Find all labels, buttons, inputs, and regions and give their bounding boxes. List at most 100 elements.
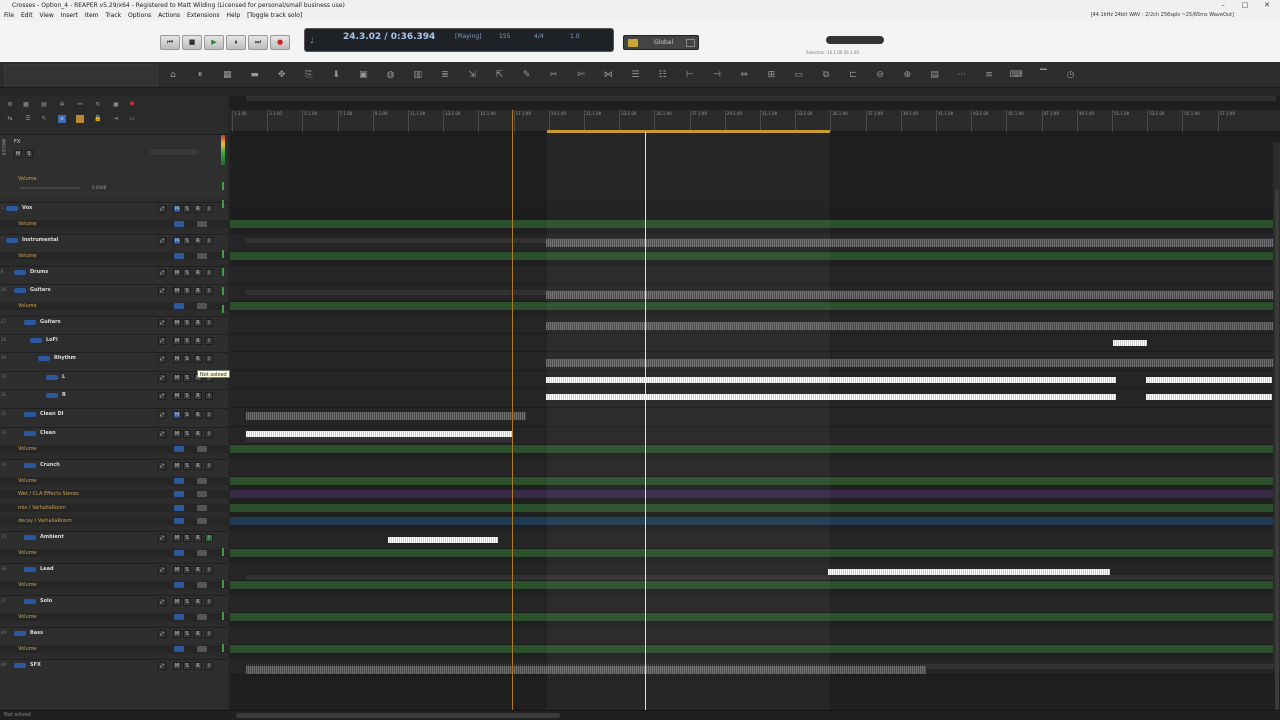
metronome-small-icon[interactable]: ♩ — [310, 36, 314, 45]
record-arm-button[interactable]: R — [194, 287, 202, 295]
envelope-hide-button[interactable] — [197, 478, 207, 484]
skip-end-button[interactable]: ⏭ — [248, 35, 268, 50]
lock-toggle-icon[interactable]: 🔒 — [94, 115, 102, 123]
track-row[interactable]: 32 Clean DI ⤢ M S R I — [0, 408, 228, 427]
folder-icon[interactable] — [6, 238, 18, 243]
track-name[interactable]: Clean DI — [40, 411, 63, 417]
grid-icon[interactable]: ▦ — [22, 101, 30, 109]
solo-button[interactable]: S — [183, 374, 191, 382]
lines2-icon[interactable]: ☷ — [652, 66, 674, 84]
record-button[interactable]: ● — [270, 35, 290, 50]
globe-icon[interactable]: ◍ — [380, 66, 402, 84]
mixer-icon[interactable]: ≡ — [978, 66, 1000, 84]
top-scroll-track[interactable] — [246, 96, 1276, 101]
audio-item-waveform[interactable] — [388, 537, 498, 543]
folder-icon[interactable] — [14, 631, 26, 636]
solo-button[interactable]: S — [183, 269, 191, 277]
loop-icon[interactable]: ↻ — [94, 101, 102, 109]
skip-start-button[interactable]: ⏮ — [160, 35, 180, 50]
envelope-arm-button[interactable] — [174, 582, 184, 588]
track-row[interactable]: 8 Drums ⤢ M S R I — [0, 266, 228, 284]
track-name[interactable]: Lead — [40, 566, 54, 572]
envelope-row[interactable]: Volume — [0, 445, 228, 453]
folder-icon[interactable]: ▬ — [244, 66, 266, 84]
snap-icon[interactable]: ⋮ — [76, 115, 84, 123]
envelope-button[interactable]: ⤢ — [158, 462, 166, 470]
time-display[interactable]: ♩ 24.3.02 / 0:36.394 [Playing] 155 4/4 1… — [304, 28, 614, 52]
folder-icon[interactable] — [46, 375, 58, 380]
input-monitor-button[interactable]: I — [205, 319, 213, 327]
piano-icon[interactable]: ▥ — [407, 66, 429, 84]
mute-button[interactable]: M — [173, 566, 181, 574]
input-monitor-button[interactable]: I — [205, 430, 213, 438]
master-solo-button[interactable]: S — [25, 150, 33, 158]
folder-icon[interactable] — [14, 663, 26, 668]
track-row[interactable]: 33 Clean ⤢ M S R I — [0, 427, 228, 445]
envelope-hide-button[interactable] — [197, 614, 207, 620]
track-row[interactable]: 36 Lead ⤢ M S R I — [0, 563, 228, 581]
input-monitor-button[interactable]: I — [205, 269, 213, 277]
solo-button[interactable]: S — [183, 566, 191, 574]
solo-button[interactable]: S — [183, 355, 191, 363]
stop-button[interactable]: ■ — [182, 35, 202, 50]
track-row[interactable]: 26 Guitars ⤢ M S R I — [0, 284, 228, 302]
envelope-arm-button[interactable] — [174, 518, 184, 524]
menu-file[interactable]: File — [4, 11, 14, 21]
solo-button[interactable]: S — [183, 237, 191, 245]
envelope-button[interactable]: ⤢ — [158, 430, 166, 438]
timeline-ruler[interactable]: 1.1.00 3.1.00 5.1.00 7.1.00 9.1.00 11.1.00 13.… — [230, 110, 1280, 132]
marker-icon[interactable]: ⊏ — [842, 66, 864, 84]
record-arm-button[interactable]: R — [194, 598, 202, 606]
envelope-button[interactable]: ⤢ — [158, 566, 166, 574]
envelope-button[interactable]: ⤢ — [158, 319, 166, 327]
ripple2-icon[interactable]: ⇱ — [488, 66, 510, 84]
solo-button[interactable]: S — [183, 534, 191, 542]
envelope-button[interactable]: ⤢ — [158, 337, 166, 345]
envelope-button[interactable]: ⤢ — [158, 662, 166, 670]
envelope-hide-button[interactable] — [197, 582, 207, 588]
track-name[interactable]: Vox — [22, 205, 32, 211]
track-name[interactable]: Clean — [40, 430, 56, 436]
audio-item-waveform[interactable] — [246, 437, 512, 442]
master-fx-button[interactable]: FX — [14, 139, 20, 145]
input-monitor-button[interactable]: I — [205, 630, 213, 638]
envelope-button[interactable]: ⤢ — [158, 411, 166, 419]
solo-button[interactable]: S — [183, 392, 191, 400]
track-row[interactable]: 34 Crunch ⤢ M S R I — [0, 459, 228, 477]
envelope-arm-button[interactable] — [174, 550, 184, 556]
record-arm-button[interactable]: R — [194, 237, 202, 245]
mute-button[interactable]: M — [173, 534, 181, 542]
play-rate[interactable]: 1.0 — [570, 33, 580, 40]
envelope-button[interactable]: ⤢ — [158, 269, 166, 277]
envelope-button[interactable]: ⤢ — [158, 630, 166, 638]
solo-button[interactable]: S — [183, 462, 191, 470]
input-monitor-button[interactable]: I — [205, 566, 213, 574]
track-row[interactable]: 35 Ambient ⤢ M S R I — [0, 531, 228, 549]
mute-button[interactable]: M — [173, 374, 181, 382]
lines-icon[interactable]: ☰ — [624, 66, 646, 84]
audio-item-waveform[interactable] — [1146, 394, 1272, 400]
folder-icon[interactable] — [24, 412, 36, 417]
arrange-view[interactable]: 1.1.00 3.1.00 5.1.00 7.1.00 9.1.00 11.1.00 13.… — [230, 96, 1280, 710]
time-signature[interactable]: 4/4 — [534, 33, 544, 40]
solo-button[interactable]: S — [183, 411, 191, 419]
master-mute-button[interactable]: M — [14, 150, 22, 158]
envelope-arm-button[interactable] — [174, 646, 184, 652]
scissors-icon[interactable]: ✄ — [570, 66, 592, 84]
envelope-row[interactable]: Volume — [0, 252, 228, 260]
record-arm-button[interactable]: R — [194, 534, 202, 542]
solo-button[interactable]: S — [183, 205, 191, 213]
close-button[interactable]: ✕ — [1260, 0, 1274, 11]
folder-icon[interactable] — [24, 535, 36, 540]
group-icon[interactable]: ⊞ — [760, 66, 782, 84]
selected-tool-icon[interactable]: ▪ — [58, 115, 66, 123]
folder-icon[interactable] — [46, 393, 58, 398]
envelope-button[interactable]: ⤢ — [158, 374, 166, 382]
envelope-hide-button[interactable] — [197, 505, 207, 511]
envelope-arm-button[interactable] — [174, 614, 184, 620]
vertical-scroll-thumb[interactable] — [1275, 190, 1279, 710]
track-row[interactable]: 7 Instrumental ⤢ M S R I — [0, 234, 228, 252]
mute-button[interactable]: M — [173, 598, 181, 606]
mute-button[interactable]: M — [173, 392, 181, 400]
clock-icon[interactable]: ◷ — [1060, 66, 1082, 84]
